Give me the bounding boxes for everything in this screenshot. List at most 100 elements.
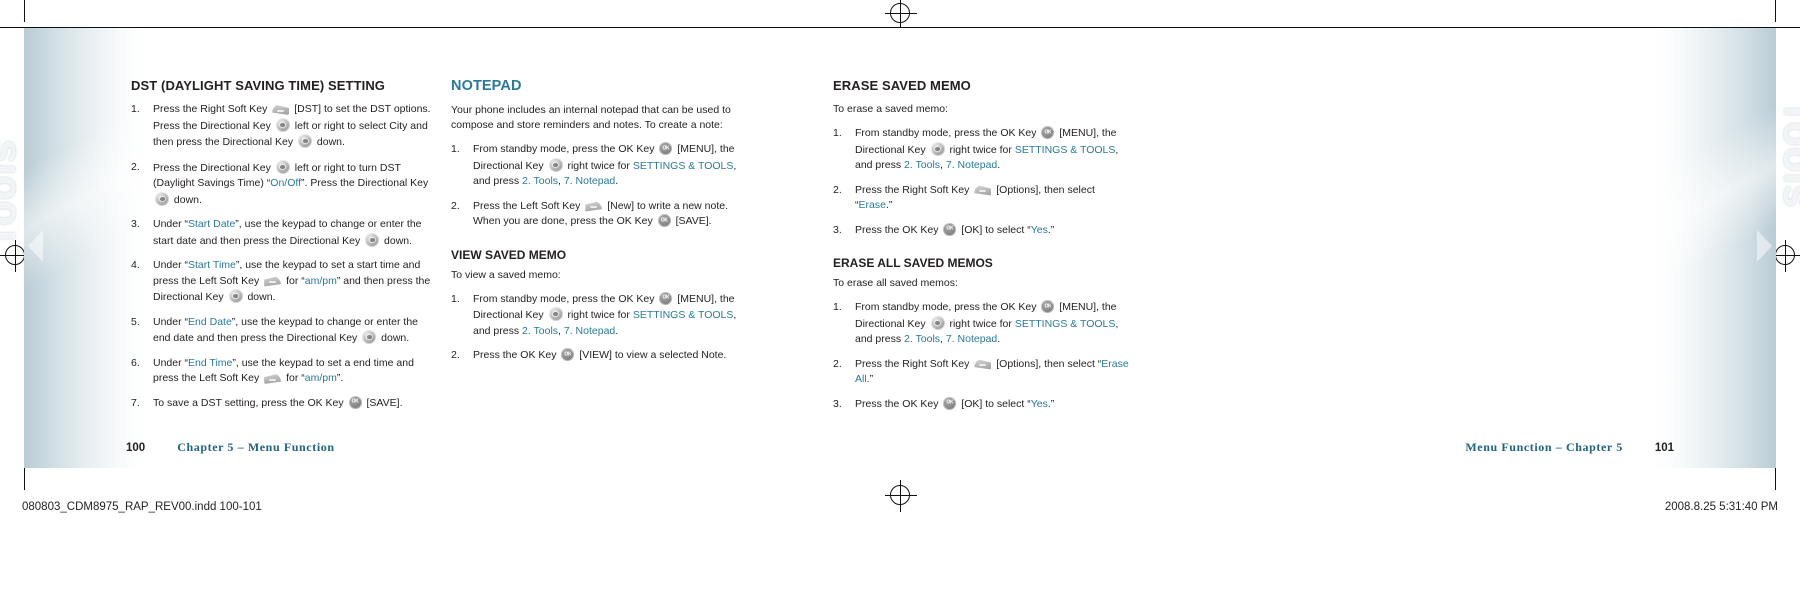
step-text: .” [1047, 223, 1055, 236]
highlighted-term: SETTINGS & TOOLS [1014, 317, 1116, 330]
step-number: 5. [131, 315, 140, 328]
directional-key-icon [228, 289, 243, 303]
view-saved-memo-intro: To view a saved memo: [451, 268, 561, 281]
print-slug-timestamp: 2008.8.25 5:31:40 PM [1664, 501, 1778, 513]
step-number: 3. [131, 218, 140, 230]
step-item: 2. Press the Left Soft Key [New] to write… [451, 199, 751, 230]
step-number: 2. [833, 183, 842, 196]
step-number: 4. [131, 259, 140, 271]
step-number: 2. [451, 199, 460, 212]
step-number: 6. [131, 356, 140, 369]
directional-key-icon [930, 315, 945, 330]
highlighted-term: SETTINGS & TOOLS [632, 159, 734, 172]
side-tab-tools-left: Tools [0, 139, 24, 248]
dst-setting-steps: 1. Press the Right Soft Key [DST] to set … [131, 102, 431, 411]
step-item: 2. Press the Right Soft Key [Options], th… [833, 357, 1133, 388]
print-slug-filename: 080803_CDM8975_RAP_REV00.indd 100-101 [22, 501, 262, 513]
highlighted-term: 7. Notepad [563, 324, 616, 337]
directional-key-icon [298, 134, 312, 148]
right-soft-key-icon [974, 358, 992, 370]
step-text: Press the OK Key [855, 223, 942, 236]
left-soft-key-icon [264, 275, 282, 287]
step-text: From standby mode, press the OK Key [473, 292, 658, 305]
footer-left: 100 Chapter 5 – Menu Function [126, 440, 335, 455]
step-text: down. [171, 193, 202, 206]
step-item: 3. Press the OK Key [OK] to select “Yes.” [833, 222, 1133, 239]
step-text: Press the Right Soft Key [855, 357, 973, 370]
registration-mark-top [885, 0, 917, 30]
step-text: for “ [283, 274, 305, 287]
column-notepad: NOTEPAD Your phone includes an internal … [451, 78, 751, 373]
step-text: Under “ [153, 218, 189, 230]
directional-key-icon [548, 307, 563, 321]
step-text: [OK] to select “ [958, 397, 1031, 410]
highlighted-term: 7. Notepad [945, 333, 998, 345]
step-text: right twice for [564, 159, 633, 172]
step-text: From standby mode, press the OK Key [855, 127, 1040, 139]
side-tab-tools-right: Tools [1776, 99, 1800, 208]
heading-view-saved-memo: VIEW SAVED MEMO [451, 247, 567, 262]
ok-key-icon [1041, 300, 1055, 313]
step-item: 1. Press the Right Soft Key [DST] to set … [131, 102, 431, 151]
step-text: right twice for [946, 317, 1015, 330]
step-number: 1. [833, 127, 842, 139]
column-dst-setting: DST (DAYLIGHT SAVING TIME) SETTING 1. Pre… [131, 78, 431, 420]
step-number: 2. [131, 160, 140, 173]
highlighted-term: am/pm [304, 274, 337, 287]
step-text: Press the Right Soft Key [153, 103, 271, 115]
erase-all-saved-memos-steps: 1.From standby mode, press the OK Key [M… [833, 300, 1133, 412]
step-text: Under “ [153, 356, 189, 369]
ok-key-icon [943, 396, 957, 410]
step-text: ”. Press the Directional Key [301, 177, 429, 189]
highlighted-term: End Time [188, 356, 233, 369]
step-number: 2. [833, 357, 842, 370]
step-text: [OK] to select “ [958, 223, 1031, 236]
footer-right: Menu Function – Chapter 5 101 [1465, 440, 1674, 455]
heading-erase-all-saved-memos: ERASE ALL SAVED MEMOS [833, 256, 993, 270]
step-number: 2. [451, 349, 460, 361]
step-text: Press the Left Soft Key [473, 199, 584, 212]
highlighted-term: SETTINGS & TOOLS [632, 309, 734, 321]
step-text: right twice for [564, 309, 633, 321]
highlighted-term: am/pm [304, 372, 337, 384]
ok-key-icon [659, 142, 673, 155]
directional-key-icon [155, 191, 169, 206]
crop-mark-bottom-left [24, 468, 25, 490]
heading-dst-setting: DST (DAYLIGHT SAVING TIME) SETTING [131, 78, 386, 93]
highlighted-term: On/Off [270, 177, 302, 189]
step-text: From standby mode, press the OK Key [855, 301, 1040, 313]
step-number: 1. [451, 143, 460, 155]
step-text: .” [1047, 397, 1055, 410]
highlighted-term: 2. Tools [522, 175, 559, 187]
highlighted-term: 2. Tools [904, 333, 941, 345]
erase-all-saved-memos-intro: To erase all saved memos: [833, 277, 958, 289]
directional-key-icon [548, 157, 563, 172]
step-text: Press the OK Key [473, 349, 560, 361]
step-text: .” [885, 199, 893, 211]
step-text: ”. [336, 372, 344, 384]
step-item: 3. Press the OK Key [OK] to select “Yes.” [833, 396, 1133, 413]
step-item: 5. Under “End Date”, use the keypad to ch… [131, 315, 431, 347]
step-text: [Options], then select “ [993, 357, 1102, 370]
ok-key-icon [943, 222, 957, 236]
right-soft-key-icon [974, 184, 992, 196]
step-text: [SAVE]. [363, 396, 403, 409]
step-item: 2. Press the Directional Key left or righ… [131, 159, 431, 209]
highlighted-term: 7. Notepad [563, 175, 616, 187]
ok-key-icon [657, 214, 671, 227]
heading-notepad: NOTEPAD [451, 78, 522, 94]
step-text: . [615, 175, 619, 187]
erase-saved-memo-intro: To erase a saved memo: [833, 103, 948, 115]
step-item: 1.From standby mode, press the OK Key [M… [833, 300, 1133, 348]
step-text: Under “ [153, 259, 189, 271]
step-text: To save a DST setting, press the OK Key [153, 396, 347, 409]
directional-key-icon [275, 117, 290, 132]
step-item: 2. Press the OK Key [VIEW] to view a sele… [451, 348, 751, 364]
step-text: .” [866, 373, 874, 385]
notepad-intro: Your phone includes an internal notepad … [451, 104, 731, 131]
crop-mark-bottom-right [1775, 468, 1776, 490]
step-number: 7. [131, 396, 140, 409]
step-text: for “ [283, 372, 305, 384]
left-soft-key-icon [264, 373, 282, 384]
highlighted-term: 2. Tools [522, 324, 559, 337]
